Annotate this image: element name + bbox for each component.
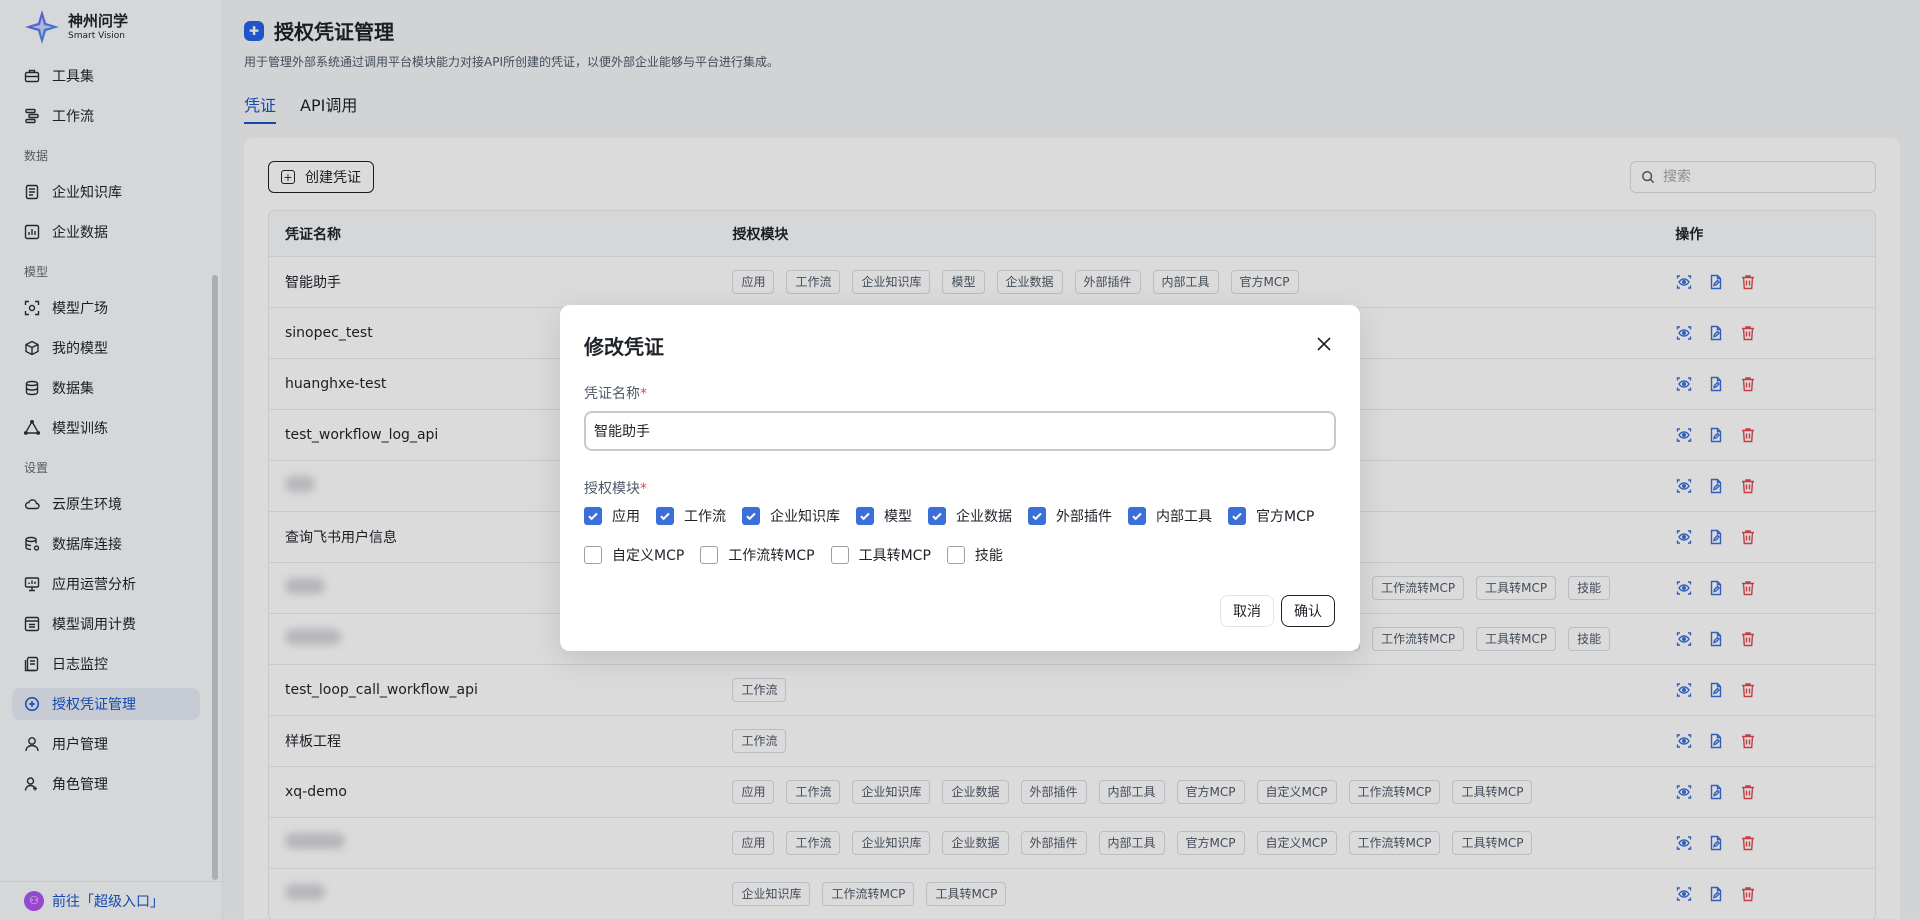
modal-title: 修改凭证 [584,335,664,359]
checkbox-checked-icon [928,507,946,525]
module-checkbox[interactable]: 自定义MCP [584,545,684,565]
module-checkbox[interactable]: 官方MCP [1228,506,1314,526]
module-checkbox-label: 工作流 [684,509,726,525]
module-checkbox-label: 应用 [612,509,640,525]
checkbox-checked-icon [584,507,602,525]
checkbox-empty-icon [700,546,719,564]
module-checkbox-label: 模型 [884,509,912,525]
credential-name-label: 凭证名称* [584,386,647,402]
credential-name-input[interactable] [584,411,1336,451]
checkbox-checked-icon [1228,507,1246,525]
module-checkbox[interactable]: 工作流转MCP [700,545,815,565]
module-checkbox[interactable]: 工作流 [656,506,726,526]
cancel-button[interactable]: 取消 [1220,595,1274,627]
module-checkbox[interactable]: 企业知识库 [742,506,840,526]
module-checkbox-label: 技能 [974,548,1003,564]
checkbox-checked-icon [1028,507,1046,525]
module-checkbox[interactable]: 应用 [584,506,640,526]
modules-label: 授权模块* [584,481,647,497]
module-checkbox-label: 工作流转MCP [728,548,815,564]
module-checkbox-label: 企业数据 [956,509,1012,525]
close-icon [1317,337,1331,351]
module-checkbox[interactable]: 外部插件 [1028,506,1112,526]
checkbox-checked-icon [1128,507,1146,525]
module-checkbox-label: 企业知识库 [770,509,840,525]
module-checkbox[interactable]: 技能 [946,545,1003,565]
confirm-button[interactable]: 确认 [1281,595,1335,627]
module-checkbox[interactable]: 模型 [856,506,912,526]
checkbox-checked-icon [856,507,874,525]
checkbox-empty-icon [584,546,602,564]
module-checkbox[interactable]: 内部工具 [1128,506,1212,526]
modules-row-1: 应用 工作流 企业知识库 模型 企业数据 外部插件 内部工具 官方MCP [584,506,1336,526]
module-checkbox[interactable]: 企业数据 [928,506,1012,526]
module-checkbox-label: 官方MCP [1256,509,1315,525]
module-checkbox-label: 外部插件 [1056,509,1112,525]
edit-credential-modal: 修改凭证 凭证名称* 授权模块* 应用 工作流 企业知识库 模型 企业数据 外部插件 内部工… [560,305,1360,651]
module-checkbox-label: 工具转MCP [858,548,931,564]
checkbox-checked-icon [742,507,760,525]
checkbox-empty-icon [830,546,849,564]
checkbox-checked-icon [656,507,674,525]
module-checkbox-label: 内部工具 [1156,509,1212,525]
checkbox-empty-icon [946,546,965,564]
close-button[interactable] [1313,333,1335,355]
module-checkbox-label: 自定义MCP [612,548,685,564]
modules-row-2: 自定义MCP 工作流转MCP 工具转MCP 技能 [584,545,1336,565]
module-checkbox[interactable]: 工具转MCP [830,545,931,565]
